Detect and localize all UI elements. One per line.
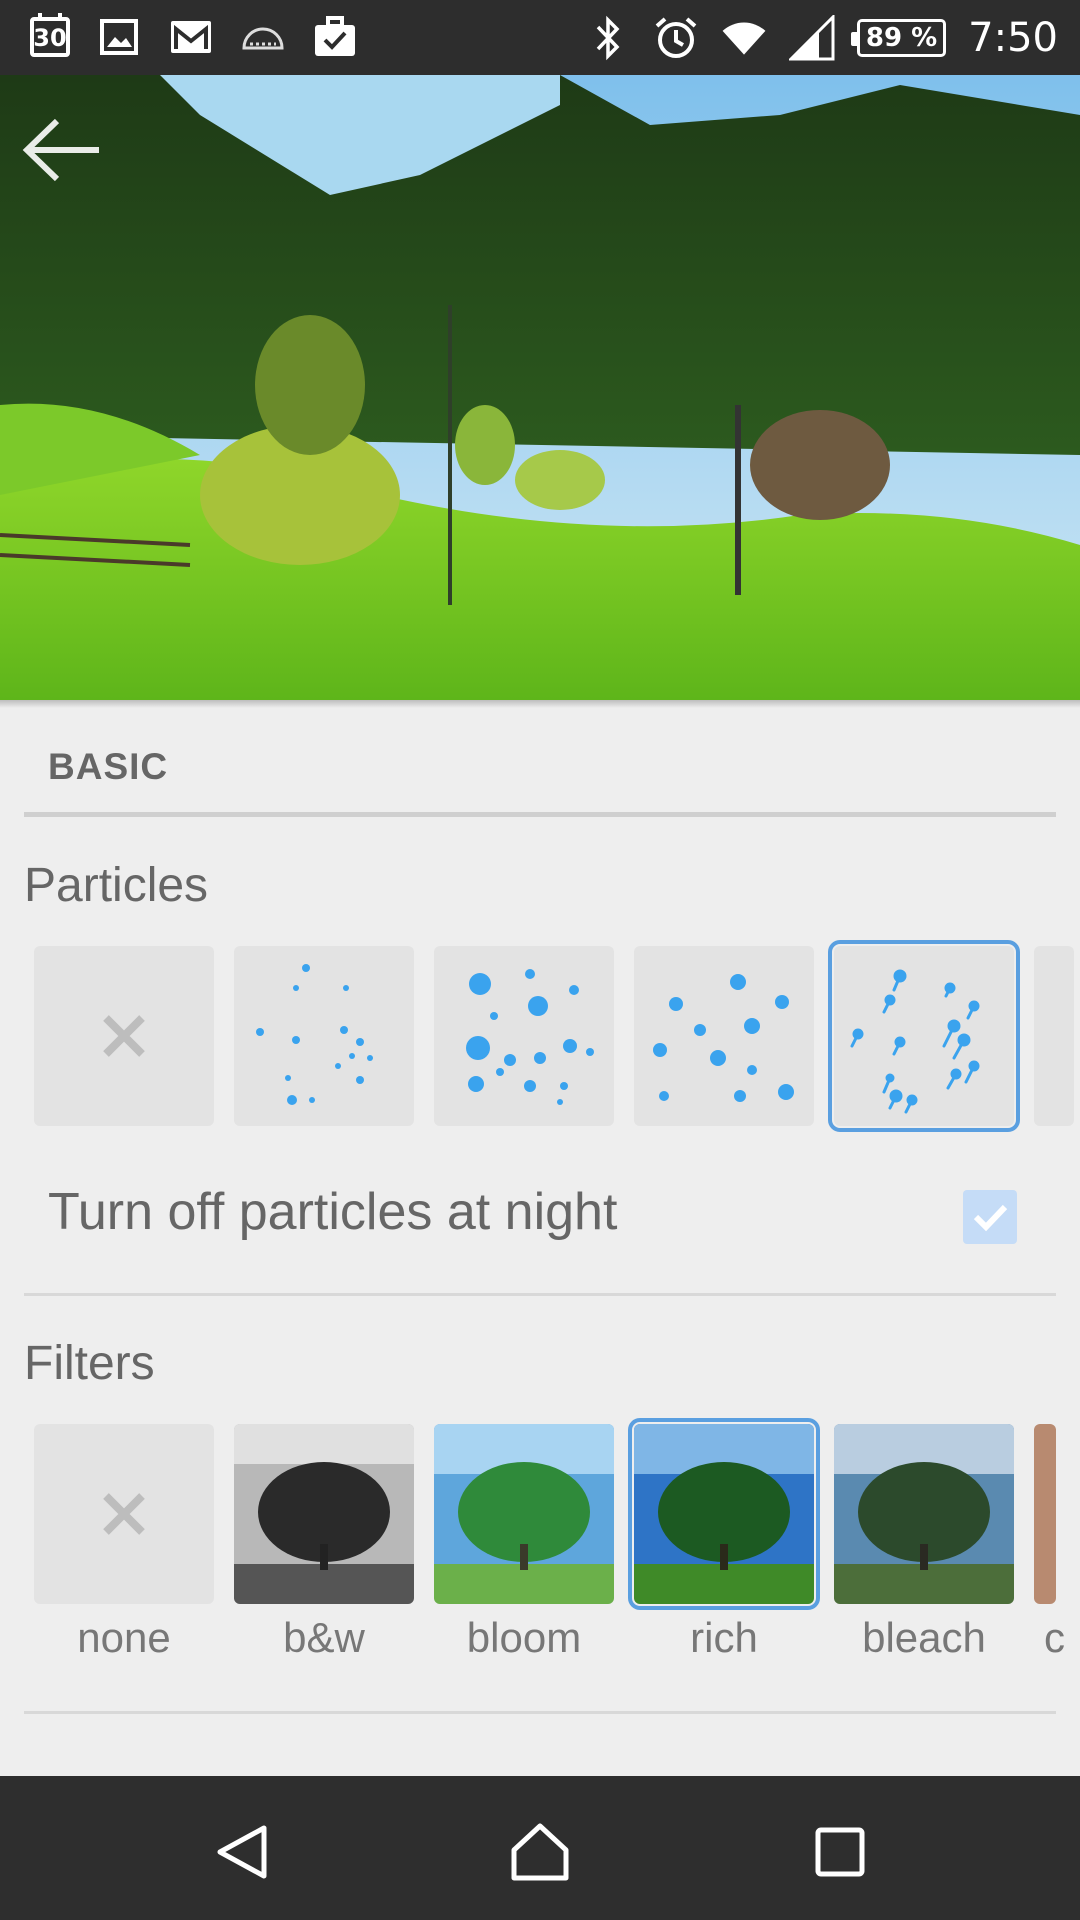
filter-label-none: none <box>77 1614 171 1661</box>
filters-heading: Filters <box>24 1337 155 1390</box>
filter-label-bw: b&w <box>283 1614 365 1661</box>
filter-option-bleach[interactable] <box>834 1424 1014 1604</box>
filter-label-rich: rich <box>690 1614 758 1661</box>
filter-option-bloom[interactable] <box>434 1424 614 1604</box>
tree-thumbnail-bleach <box>834 1424 1014 1604</box>
landscape-image <box>0 75 1080 700</box>
nav-home-button[interactable] <box>504 1816 576 1888</box>
filter-option-rich[interactable] <box>628 1418 820 1610</box>
recents-square-icon <box>815 1827 865 1877</box>
particles-strip[interactable] <box>34 940 1074 1132</box>
night-toggle-checkbox[interactable] <box>963 1190 1017 1244</box>
filter-label-partial: c <box>1044 1614 1065 1661</box>
check-icon <box>973 1204 1008 1232</box>
divider <box>24 1293 1056 1296</box>
medium-dots-icon <box>653 974 794 1102</box>
particles-heading: Particles <box>24 859 209 912</box>
home-icon <box>511 1823 569 1881</box>
calendar-icon: 30 <box>30 13 70 57</box>
filter-option-bw[interactable] <box>234 1424 414 1604</box>
tree-thumbnail-bloom <box>434 1424 614 1604</box>
work-briefcase-icon <box>312 14 358 60</box>
particle-option-partial[interactable] <box>1034 946 1074 1126</box>
filters-strip[interactable] <box>34 1418 1056 1610</box>
filter-label-bloom: bloom <box>466 1614 582 1661</box>
calendar-day: 30 <box>33 24 67 52</box>
cloud-icon <box>240 14 286 60</box>
particle-option-rain[interactable] <box>828 940 1020 1132</box>
nav-back-button[interactable] <box>206 1816 278 1888</box>
filter-label-bleach: bleach <box>862 1614 986 1661</box>
particle-option-large-dots[interactable] <box>434 946 614 1126</box>
battery-icon: 89 % <box>850 19 947 57</box>
status-bar: 30 89 % 7:50 <box>0 0 1080 75</box>
section-divider <box>24 812 1056 817</box>
tree-thumbnail-rich <box>634 1424 814 1604</box>
gallery-icon <box>96 14 142 60</box>
gmail-icon <box>168 14 214 60</box>
rain-icon <box>850 969 980 1114</box>
wifi-icon <box>721 15 767 61</box>
bluetooth-icon <box>585 15 631 61</box>
small-dots-icon <box>256 964 373 1105</box>
clock: 7:50 <box>968 15 1058 61</box>
back-triangle-icon <box>217 1825 267 1879</box>
nav-recents-button[interactable] <box>804 1816 876 1888</box>
alarm-icon <box>653 15 699 61</box>
back-button[interactable] <box>16 105 106 195</box>
signal-icon <box>788 15 835 61</box>
arrow-back-icon <box>22 118 99 182</box>
navigation-bar <box>0 1776 1080 1920</box>
close-icon <box>103 1015 145 1057</box>
wallpaper-preview <box>0 75 1080 700</box>
divider <box>24 1711 1056 1714</box>
hero-shadow <box>0 700 1080 708</box>
particle-option-medium-dots[interactable] <box>634 946 814 1126</box>
night-toggle-label: Turn off particles at night <box>48 1183 618 1241</box>
battery-level: 89 % <box>865 23 938 53</box>
particle-option-small-dots[interactable] <box>234 946 414 1126</box>
tree-thumbnail-bw <box>234 1424 414 1604</box>
particle-option-none[interactable] <box>34 946 214 1126</box>
large-dots-icon <box>466 969 594 1105</box>
section-title: BASIC <box>48 746 169 787</box>
filter-option-partial[interactable] <box>1034 1424 1056 1604</box>
filter-option-none[interactable] <box>34 1424 214 1604</box>
close-icon <box>103 1493 145 1535</box>
